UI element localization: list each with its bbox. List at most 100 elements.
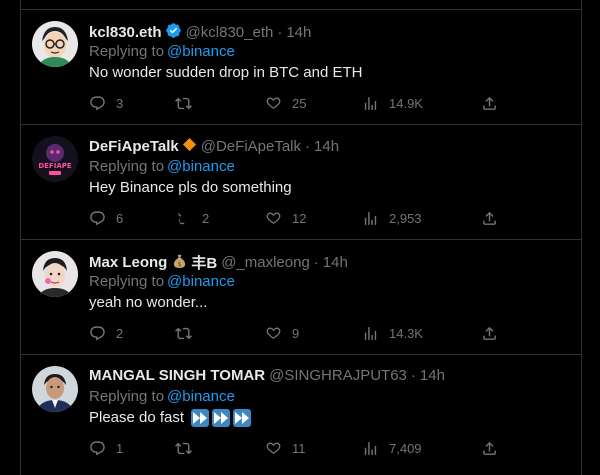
money-bag-icon: $ bbox=[172, 253, 187, 273]
views-button[interactable]: 14.3K bbox=[362, 322, 423, 344]
handle[interactable]: @_maxleong bbox=[221, 254, 310, 271]
display-name[interactable]: DeFiApeTalk bbox=[89, 138, 179, 155]
like-button[interactable]: 12 bbox=[265, 207, 306, 229]
comment-icon bbox=[90, 95, 105, 110]
tweet-header: kcl830.eth @kcl830_eth · 14h bbox=[89, 22, 311, 43]
tweet-item[interactable]: MANGAL SINGH TOMAR @SINGHRAJPUT63 · 14h … bbox=[21, 355, 581, 470]
retweet-button[interactable] bbox=[175, 437, 202, 459]
heart-icon bbox=[266, 441, 281, 454]
handle[interactable]: @kcl830_eth bbox=[186, 24, 274, 41]
tweet-item[interactable]: Max Leong $ 丰B @_maxleong · 14h Replying… bbox=[21, 240, 581, 355]
tweet-header: DeFiApeTalk @DeFiApeTalk · 14h bbox=[89, 137, 339, 156]
orange-diamond-icon bbox=[182, 137, 197, 156]
reply-context: Replying to @binance bbox=[89, 388, 235, 405]
mention-link[interactable]: @binance bbox=[167, 43, 235, 60]
analytics-icon bbox=[364, 441, 377, 455]
action-bar: 6 2 12 2,953 bbox=[89, 207, 501, 229]
separator-dot: · bbox=[313, 254, 319, 271]
timeline: kcl830.eth @kcl830_eth · 14h Replying to… bbox=[20, 0, 582, 475]
share-button[interactable] bbox=[481, 207, 498, 229]
handle[interactable]: @SINGHRAJPUT63 bbox=[269, 367, 407, 384]
separator-dot: · bbox=[410, 367, 416, 384]
comment-icon bbox=[90, 325, 105, 340]
mention-link[interactable]: @binance bbox=[167, 158, 235, 175]
share-icon bbox=[483, 441, 496, 455]
tweet-text: Please do fast bbox=[89, 409, 252, 428]
fast-forward-icon bbox=[191, 409, 210, 428]
views-button[interactable]: 14.9K bbox=[362, 92, 423, 114]
retweet-icon bbox=[175, 327, 192, 339]
fast-forward-icon bbox=[233, 409, 252, 428]
reply-prefix: Replying to bbox=[89, 388, 165, 405]
reply-prefix: Replying to bbox=[89, 158, 165, 175]
heart-icon bbox=[266, 96, 281, 109]
reply-button[interactable]: 1 bbox=[89, 437, 123, 459]
tweet-text: No wonder sudden drop in BTC and ETH bbox=[89, 64, 363, 81]
view-count: 7,409 bbox=[389, 440, 422, 456]
avatar[interactable]: DEFIAPE bbox=[32, 136, 78, 182]
analytics-icon bbox=[364, 211, 377, 225]
reply-context: Replying to @binance bbox=[89, 43, 235, 60]
retweet-button[interactable] bbox=[175, 92, 202, 114]
like-count: 12 bbox=[292, 210, 307, 226]
verified-badge-icon bbox=[165, 22, 182, 43]
like-button[interactable]: 25 bbox=[265, 92, 306, 114]
like-count: 9 bbox=[292, 325, 300, 341]
reply-prefix: Replying to bbox=[89, 43, 165, 60]
like-button[interactable]: 9 bbox=[265, 322, 299, 344]
retweet-count: 2 bbox=[202, 210, 210, 226]
fast-forward-icon bbox=[212, 409, 231, 428]
heart-icon bbox=[266, 326, 281, 339]
reply-prefix: Replying to bbox=[89, 273, 165, 290]
views-button[interactable]: 2,953 bbox=[362, 207, 422, 229]
retweet-icon bbox=[175, 442, 192, 454]
timestamp[interactable]: 14h bbox=[314, 138, 339, 155]
svg-text:$: $ bbox=[178, 260, 182, 268]
tweet-item[interactable]: DEFIAPE DeFiApeTalk @DeFiApeTalk · 14h R… bbox=[21, 125, 581, 240]
comment-icon bbox=[90, 210, 105, 225]
avatar[interactable] bbox=[32, 366, 78, 412]
retweet-icon bbox=[178, 212, 185, 224]
heart-icon bbox=[266, 211, 281, 224]
retweet-button[interactable] bbox=[175, 322, 202, 344]
share-button[interactable] bbox=[481, 322, 498, 344]
reply-button[interactable]: 3 bbox=[89, 92, 123, 114]
reply-button[interactable]: 6 bbox=[89, 207, 123, 229]
avatar[interactable] bbox=[32, 21, 78, 67]
reply-count: 3 bbox=[116, 95, 124, 111]
avatar[interactable] bbox=[32, 251, 78, 297]
tweet-text: yeah no wonder... bbox=[89, 294, 208, 311]
reply-button[interactable]: 2 bbox=[89, 322, 123, 344]
share-icon bbox=[483, 96, 496, 110]
action-bar: 3 25 14.9K bbox=[89, 92, 501, 114]
avatar-logo-text: DEFIAPE bbox=[38, 162, 72, 170]
share-icon bbox=[483, 326, 496, 340]
views-button[interactable]: 7,409 bbox=[362, 437, 422, 459]
reply-context: Replying to @binance bbox=[89, 273, 235, 290]
timestamp[interactable]: 14h bbox=[323, 254, 348, 271]
display-name[interactable]: Max Leong bbox=[89, 254, 167, 271]
mention-link[interactable]: @binance bbox=[167, 388, 235, 405]
analytics-icon bbox=[364, 96, 377, 110]
view-count: 14.3K bbox=[389, 325, 423, 341]
handle[interactable]: @DeFiApeTalk bbox=[201, 138, 301, 155]
share-button[interactable] bbox=[481, 437, 498, 459]
action-bar: 2 9 14.3K bbox=[89, 322, 501, 344]
share-button[interactable] bbox=[481, 92, 498, 114]
tweet-item[interactable]: kcl830.eth @kcl830_eth · 14h Replying to… bbox=[21, 10, 581, 125]
tweet-header: MANGAL SINGH TOMAR @SINGHRAJPUT63 · 14h bbox=[89, 367, 445, 384]
display-name[interactable]: MANGAL SINGH TOMAR bbox=[89, 367, 265, 384]
reply-count: 1 bbox=[116, 440, 124, 456]
like-count: 11 bbox=[292, 440, 306, 456]
like-button[interactable]: 11 bbox=[265, 437, 306, 459]
like-count: 25 bbox=[292, 95, 307, 111]
tweet-text: Hey Binance pls do something bbox=[89, 179, 292, 196]
view-count: 14.9K bbox=[389, 95, 423, 111]
tweet-text-body: Please do fast bbox=[89, 409, 185, 426]
view-count: 2,953 bbox=[389, 210, 422, 226]
display-name[interactable]: kcl830.eth bbox=[89, 24, 162, 41]
retweet-button[interactable]: 2 bbox=[175, 207, 209, 229]
timestamp[interactable]: 14h bbox=[286, 24, 311, 41]
mention-link[interactable]: @binance bbox=[167, 273, 235, 290]
timestamp[interactable]: 14h bbox=[420, 367, 445, 384]
